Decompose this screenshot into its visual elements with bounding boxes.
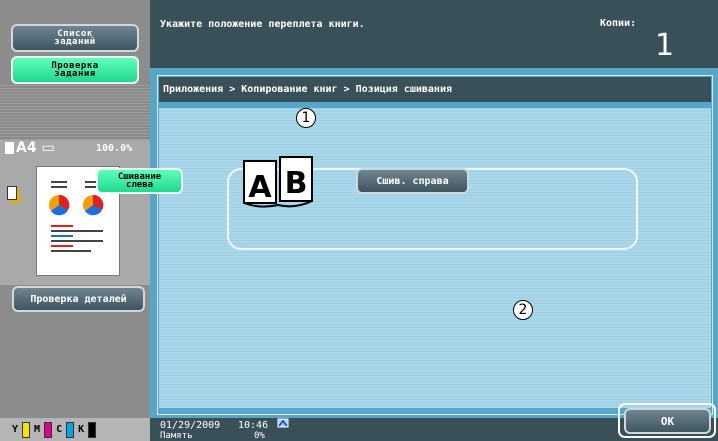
toner-m-bar (44, 421, 53, 438)
tray-icon (5, 142, 14, 154)
copies-value: 1 (655, 28, 675, 63)
time: 10:46 (238, 420, 269, 431)
check-details-button[interactable]: Проверка деталей (12, 286, 145, 312)
toner-k-label: K (78, 424, 85, 435)
date: 01/29/2009 (160, 420, 221, 431)
ok-button[interactable]: OK (624, 408, 711, 434)
orientation-icon: ▭ (41, 140, 55, 156)
memory-label: Память (160, 431, 193, 441)
toner-m-label: M (34, 424, 41, 435)
book-letter-a: A (248, 170, 272, 205)
bind-right-button[interactable]: Сшив. справа (356, 168, 469, 194)
toner-c-bar (66, 421, 75, 438)
main-panel: Приложения > Копирование книг > Позиция … (150, 68, 718, 418)
bind-left-button[interactable]: Сшивание слева (96, 168, 183, 194)
header-bar: Укажите положение переплета книги. Копии… (150, 0, 718, 68)
zoom-level: 100.0% (96, 143, 133, 154)
paper-size: A4 ▭ (16, 140, 55, 156)
copies-label: Копии: (600, 18, 637, 29)
bind-left-label: Сшивание слева (117, 172, 162, 190)
toner-y-bar (22, 421, 31, 438)
toner-levels: Y M C K (0, 418, 150, 441)
callout-1: 1 (296, 108, 316, 128)
left-panel: Список заданий Проверка задания A4 ▭ 100… (0, 0, 150, 441)
pages-icon (7, 186, 17, 200)
job-list-label: Список заданий (54, 29, 96, 47)
job-check-label: Проверка задания (51, 61, 99, 79)
toner-y-label: Y (12, 424, 19, 435)
job-list-button[interactable]: Список заданий (11, 24, 139, 52)
panel-stripes (0, 85, 150, 140)
book-icon: A B (240, 155, 316, 210)
book-letter-b: B (285, 166, 308, 201)
toner-c-label: C (56, 424, 63, 435)
toner-k-bar (88, 421, 97, 438)
content-area (159, 108, 711, 408)
instruction-message: Укажите положение переплета книги. (160, 19, 365, 30)
job-check-button[interactable]: Проверка задания (11, 56, 139, 84)
callout-2: 2 (513, 300, 533, 320)
paper-preview-area: A4 ▭ 100.0% (0, 140, 150, 285)
network-icon (277, 418, 289, 428)
memory-value: 0% (254, 431, 265, 441)
breadcrumb: Приложения > Копирование книг > Позиция … (159, 77, 711, 102)
